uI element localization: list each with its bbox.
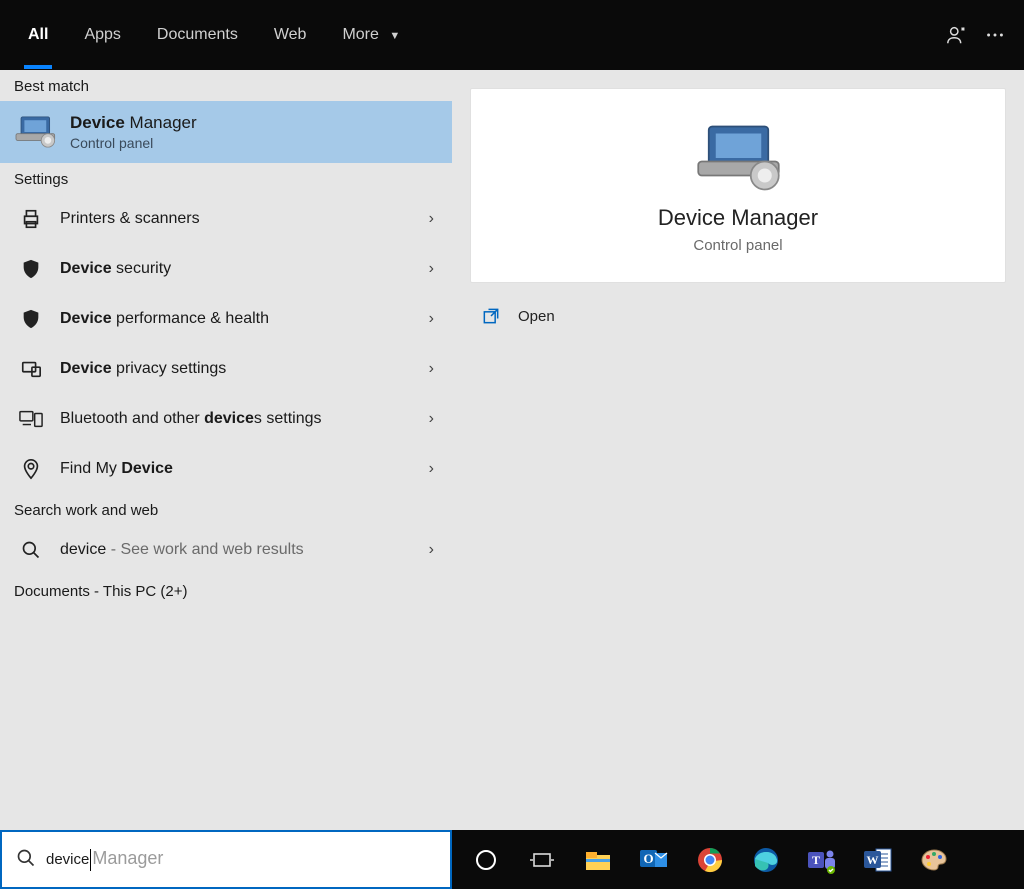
search-box[interactable]: deviceManager [0, 830, 452, 889]
result-device-security[interactable]: Device security › [0, 244, 452, 294]
feedback-icon[interactable] [938, 16, 976, 54]
taskbar-chrome[interactable] [684, 836, 736, 884]
device-manager-icon [698, 123, 778, 187]
privacy-icon [18, 356, 44, 382]
printer-icon [18, 206, 44, 232]
chevron-down-icon: ▼ [389, 30, 400, 42]
results-panel: Best match Device Manager Control panel … [0, 70, 452, 830]
result-web-search[interactable]: device - See work and web results › [0, 525, 452, 575]
preview-subtitle: Control panel [693, 237, 782, 254]
taskbar-task-view[interactable] [516, 836, 568, 884]
result-title: Device Manager [70, 113, 197, 133]
section-search-work-web: Search work and web [0, 494, 452, 525]
result-label: Device privacy settings [60, 360, 413, 378]
result-device-performance[interactable]: Device performance & health › [0, 294, 452, 344]
result-printers-scanners[interactable]: Printers & scanners › [0, 194, 452, 244]
result-label: Device security [60, 260, 413, 278]
tab-more[interactable]: More ▼ [324, 13, 418, 57]
more-options-icon[interactable] [976, 16, 1014, 54]
tab-apps[interactable]: Apps [66, 13, 138, 57]
search-text: deviceManager [46, 848, 163, 871]
chevron-right-icon: › [429, 260, 434, 278]
chevron-right-icon: › [429, 410, 434, 428]
preview-panel: Device Manager Control panel Open [452, 70, 1024, 830]
open-icon [480, 305, 502, 327]
chevron-right-icon: › [429, 210, 434, 228]
search-filter-bar: All Apps Documents Web More ▼ [0, 0, 1024, 70]
result-subtitle: Control panel [70, 135, 197, 151]
svg-text:T: T [812, 853, 820, 867]
device-manager-icon [18, 113, 56, 151]
taskbar-outlook[interactable]: O [628, 836, 680, 884]
tab-all[interactable]: All [10, 13, 66, 57]
result-label: Find My Device [60, 460, 413, 478]
taskbar: O T W [452, 830, 1024, 889]
result-find-my-device[interactable]: Find My Device › [0, 444, 452, 494]
result-label: Bluetooth and other devices settings [60, 410, 413, 428]
location-icon [18, 456, 44, 482]
taskbar-file-explorer[interactable] [572, 836, 624, 884]
taskbar-word[interactable]: W [852, 836, 904, 884]
devices-icon [18, 406, 44, 432]
action-label: Open [518, 308, 555, 325]
result-bluetooth-devices[interactable]: Bluetooth and other devices settings › [0, 394, 452, 444]
search-icon [18, 537, 44, 563]
result-label: Printers & scanners [60, 210, 413, 228]
shield-icon [18, 256, 44, 282]
action-open[interactable]: Open [452, 291, 1024, 341]
section-documents: Documents - This PC (2+) [0, 575, 452, 606]
preview-title: Device Manager [658, 205, 818, 231]
taskbar-edge[interactable] [740, 836, 792, 884]
bottom-bar: deviceManager O T W [0, 830, 1024, 889]
search-filter-tabs: All Apps Documents Web More ▼ [10, 13, 418, 57]
result-label: device - See work and web results [60, 541, 413, 559]
taskbar-cortana[interactable] [460, 836, 512, 884]
result-device-privacy[interactable]: Device privacy settings › [0, 344, 452, 394]
chevron-right-icon: › [429, 310, 434, 328]
tab-documents[interactable]: Documents [139, 13, 256, 57]
section-best-match: Best match [0, 70, 452, 101]
shield-icon [18, 306, 44, 332]
taskbar-paint[interactable] [908, 836, 960, 884]
search-icon [16, 848, 36, 872]
section-settings: Settings [0, 163, 452, 194]
chevron-right-icon: › [429, 460, 434, 478]
chevron-right-icon: › [429, 360, 434, 378]
svg-text:W: W [867, 853, 879, 867]
taskbar-teams[interactable]: T [796, 836, 848, 884]
svg-text:O: O [643, 851, 653, 866]
result-device-manager[interactable]: Device Manager Control panel [0, 101, 452, 163]
tab-more-label: More [342, 26, 378, 43]
result-label: Device performance & health [60, 310, 413, 328]
preview-card: Device Manager Control panel [470, 88, 1006, 283]
tab-web[interactable]: Web [256, 13, 325, 57]
chevron-right-icon: › [429, 541, 434, 559]
